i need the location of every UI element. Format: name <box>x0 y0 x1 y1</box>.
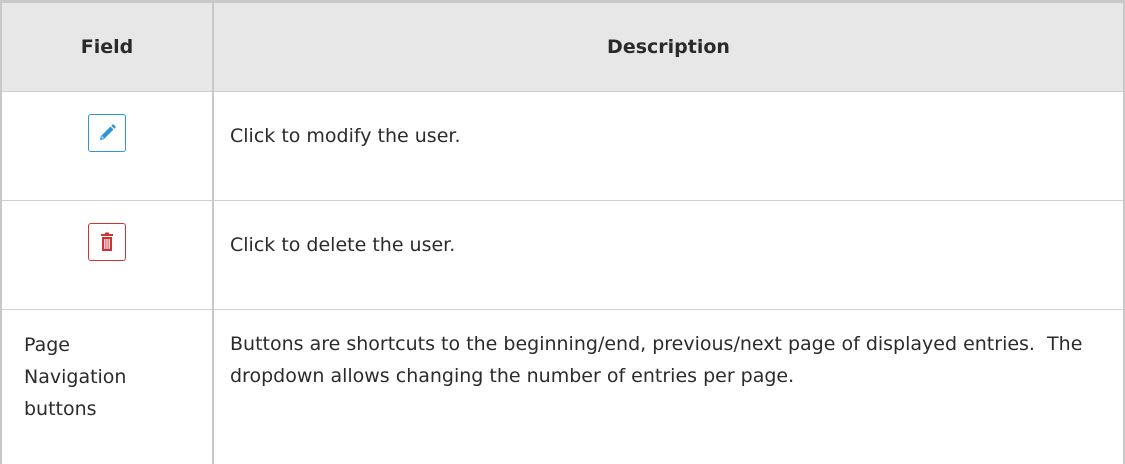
table-header-row: Field Description <box>1 2 1124 92</box>
field-name-line: Page <box>24 329 200 361</box>
table-row: Page Navigation buttons Buttons are shor… <box>1 310 1124 464</box>
field-name-line: Navigation <box>24 361 200 393</box>
field-cell: Page Navigation buttons <box>1 310 213 464</box>
field-name-line: buttons <box>24 393 200 425</box>
description-column-header: Description <box>213 2 1124 92</box>
table-row: Click to delete the user. <box>1 201 1124 310</box>
pencil-icon <box>97 123 117 143</box>
trash-icon <box>97 232 117 252</box>
description-cell: Buttons are shortcuts to the beginning/e… <box>213 310 1124 464</box>
field-cell <box>1 92 213 201</box>
description-cell: Click to modify the user. <box>213 92 1124 201</box>
delete-button[interactable] <box>88 223 126 261</box>
table-row: Click to modify the user. <box>1 92 1124 201</box>
edit-button[interactable] <box>88 114 126 152</box>
field-description-table: Field Description Click to modify the us… <box>0 0 1125 464</box>
field-column-header: Field <box>1 2 213 92</box>
description-cell: Click to delete the user. <box>213 201 1124 310</box>
field-cell <box>1 201 213 310</box>
